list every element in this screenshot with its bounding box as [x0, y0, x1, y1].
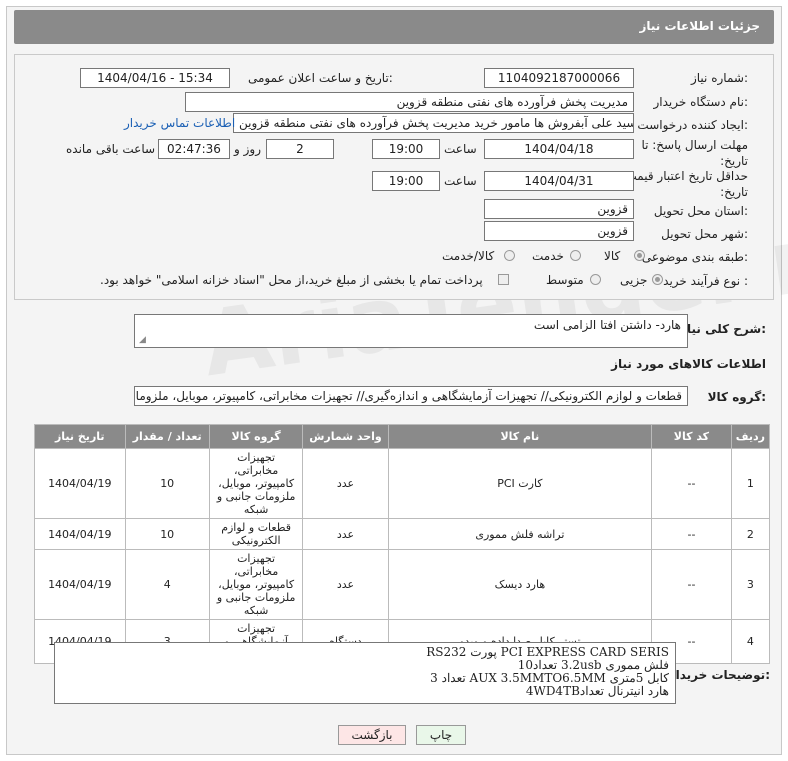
reply-deadline-time-field: 19:00 — [372, 139, 440, 159]
cell-date: 1404/04/19 — [34, 518, 126, 550]
buyer-notes-line: هارد انیترنال تعداد4WD4TB — [525, 684, 669, 698]
summary-field: هارد- داشتن افتا الزامی است ◢ — [134, 314, 688, 348]
cell-unit: عدد — [302, 448, 389, 519]
reply-days-field: 2 — [266, 139, 334, 159]
requester-label: ایجاد کننده درخواست: — [637, 118, 748, 132]
col-header-name: نام کالا — [387, 424, 653, 449]
treasury-bonds-checkbox[interactable] — [498, 274, 509, 285]
goods-group-label: گروه کالا: — [707, 390, 766, 404]
need-number-label: شماره نیاز: — [690, 71, 748, 85]
buyer-notes-label: توضیحات خریدار: — [668, 668, 770, 682]
reply-deadline-date-field: 1404/04/18 — [484, 139, 634, 159]
cell-name: تراشه فلش مموری — [387, 518, 653, 550]
delivery-city-label: شهر محل تحویل: — [661, 227, 748, 241]
cell-index: 1 — [730, 448, 771, 519]
goods-table: ردیف کد کالا نام کالا واحد شمارش گروه کا… — [34, 424, 771, 664]
cell-qty: 10 — [124, 448, 210, 519]
cell-unit: عدد — [302, 549, 389, 620]
delivery-province-label: استان محل تحویل: — [653, 204, 748, 218]
remaining-time-field: 02:47:36 — [158, 139, 230, 159]
resize-handle-icon[interactable]: ◢ — [139, 335, 146, 345]
reply-days-label: روز و — [234, 142, 261, 156]
col-header-code: کد کالا — [651, 424, 732, 449]
col-header-group: گروه کالا — [208, 424, 304, 449]
cell-code: -- — [651, 518, 732, 550]
cell-group: تجهیزات مخابراتی، کامپیوتر، موبایل، ملزو… — [208, 448, 304, 519]
buyer-notes-field: PCI EXPRESS CARD SERIS پورت RS232 فلش مم… — [54, 642, 676, 704]
buyer-contact-link[interactable]: اطلاعات تماس خریدار — [124, 116, 235, 130]
delivery-province-field: قزوین — [484, 199, 634, 219]
category-option-goods-service: کالا/خدمت — [442, 249, 495, 263]
price-validity-time-label: ساعت — [444, 174, 477, 188]
delivery-city-field: قزوین — [484, 221, 634, 241]
summary-text: هارد- داشتن افتا الزامی است — [533, 318, 681, 332]
table-header-row: ردیف کد کالا نام کالا واحد شمارش گروه کا… — [34, 424, 771, 449]
print-button[interactable]: چاپ — [416, 725, 466, 745]
category-label: طبقه بندی موضوعی: — [641, 250, 748, 264]
goods-group-field: قطعات و لوازم الکترونیکی// تجهیزات آزمای… — [134, 386, 688, 406]
table-row: 1 -- کارت PCI عدد تجهیزات مخابراتی، کامپ… — [34, 448, 771, 519]
category-radio-goods[interactable] — [634, 250, 645, 261]
cell-index: 2 — [730, 518, 771, 550]
cell-qty: 4 — [124, 549, 210, 620]
cell-index: 4 — [730, 619, 771, 664]
cell-group: تجهیزات مخابراتی، کامپیوتر، موبایل، ملزو… — [208, 549, 304, 620]
cell-code: -- — [651, 448, 732, 519]
cell-name: کارت PCI — [387, 448, 653, 519]
price-validity-date-field: 1404/04/31 — [484, 171, 634, 191]
cell-index: 3 — [730, 549, 771, 620]
purchase-type-radio-minor[interactable] — [652, 274, 663, 285]
need-number-field: 1104092187000066 — [484, 68, 634, 88]
summary-label: شرح کلی نیاز: — [680, 322, 766, 336]
goods-section-title: اطلاعات کالاهای مورد نیاز — [611, 357, 766, 371]
page-title: جزئیات اطلاعات نیاز — [639, 19, 760, 33]
cell-group: قطعات و لوازم الکترونیکی — [208, 518, 304, 550]
cell-date: 1404/04/19 — [34, 448, 126, 519]
announce-datetime-field: 1404/04/16 - 15:34 — [80, 68, 230, 88]
col-header-qty: تعداد / مقدار — [124, 424, 210, 449]
table-row: 2 -- تراشه فلش مموری عدد قطعات و لوازم ا… — [34, 518, 771, 550]
category-option-service: خدمت — [532, 249, 564, 263]
back-button[interactable]: بازگشت — [338, 725, 406, 745]
purchase-type-option-medium: متوسط — [546, 273, 584, 287]
page-header: جزئیات اطلاعات نیاز — [14, 10, 774, 44]
buyer-org-label: نام دستگاه خریدار: — [653, 95, 749, 109]
purchase-type-radio-medium[interactable] — [590, 274, 601, 285]
category-option-goods: کالا — [604, 249, 621, 263]
cell-qty: 10 — [124, 518, 210, 550]
buyer-org-field: مدیریت پخش فرآورده های نفتی منطقه قزوین — [185, 92, 634, 112]
table-row: 3 -- هارد دیسک عدد تجهیزات مخابراتی، کام… — [34, 549, 771, 620]
purchase-type-label: نوع فرآیند خرید : — [663, 274, 748, 288]
treasury-bonds-note: پرداخت تمام یا بخشی از مبلغ خرید،از محل … — [100, 273, 483, 287]
cell-date: 1404/04/19 — [34, 549, 126, 620]
purchase-type-option-minor: جزیی — [620, 273, 648, 287]
cell-unit: عدد — [302, 518, 389, 550]
cell-name: هارد دیسک — [387, 549, 653, 620]
category-radio-goods-service[interactable] — [504, 250, 515, 261]
price-validity-time-field: 19:00 — [372, 171, 440, 191]
reply-deadline-time-label: ساعت — [444, 142, 477, 156]
requester-field: سید علی آبفروش ها مامور خرید مدیریت پخش … — [233, 113, 634, 133]
col-header-unit: واحد شمارش — [302, 424, 389, 449]
col-header-index: ردیف — [730, 424, 771, 449]
reply-deadline-label: مهلت ارسال پاسخ: تا تاریخ: — [641, 138, 748, 168]
col-header-date: تاریخ نیاز — [34, 424, 126, 449]
category-radio-service[interactable] — [570, 250, 581, 261]
announce-datetime-label: تاریخ و ساعت اعلان عمومی: — [248, 71, 393, 85]
cell-code: -- — [651, 549, 732, 620]
remaining-time-label: ساعت باقی مانده — [66, 142, 156, 156]
